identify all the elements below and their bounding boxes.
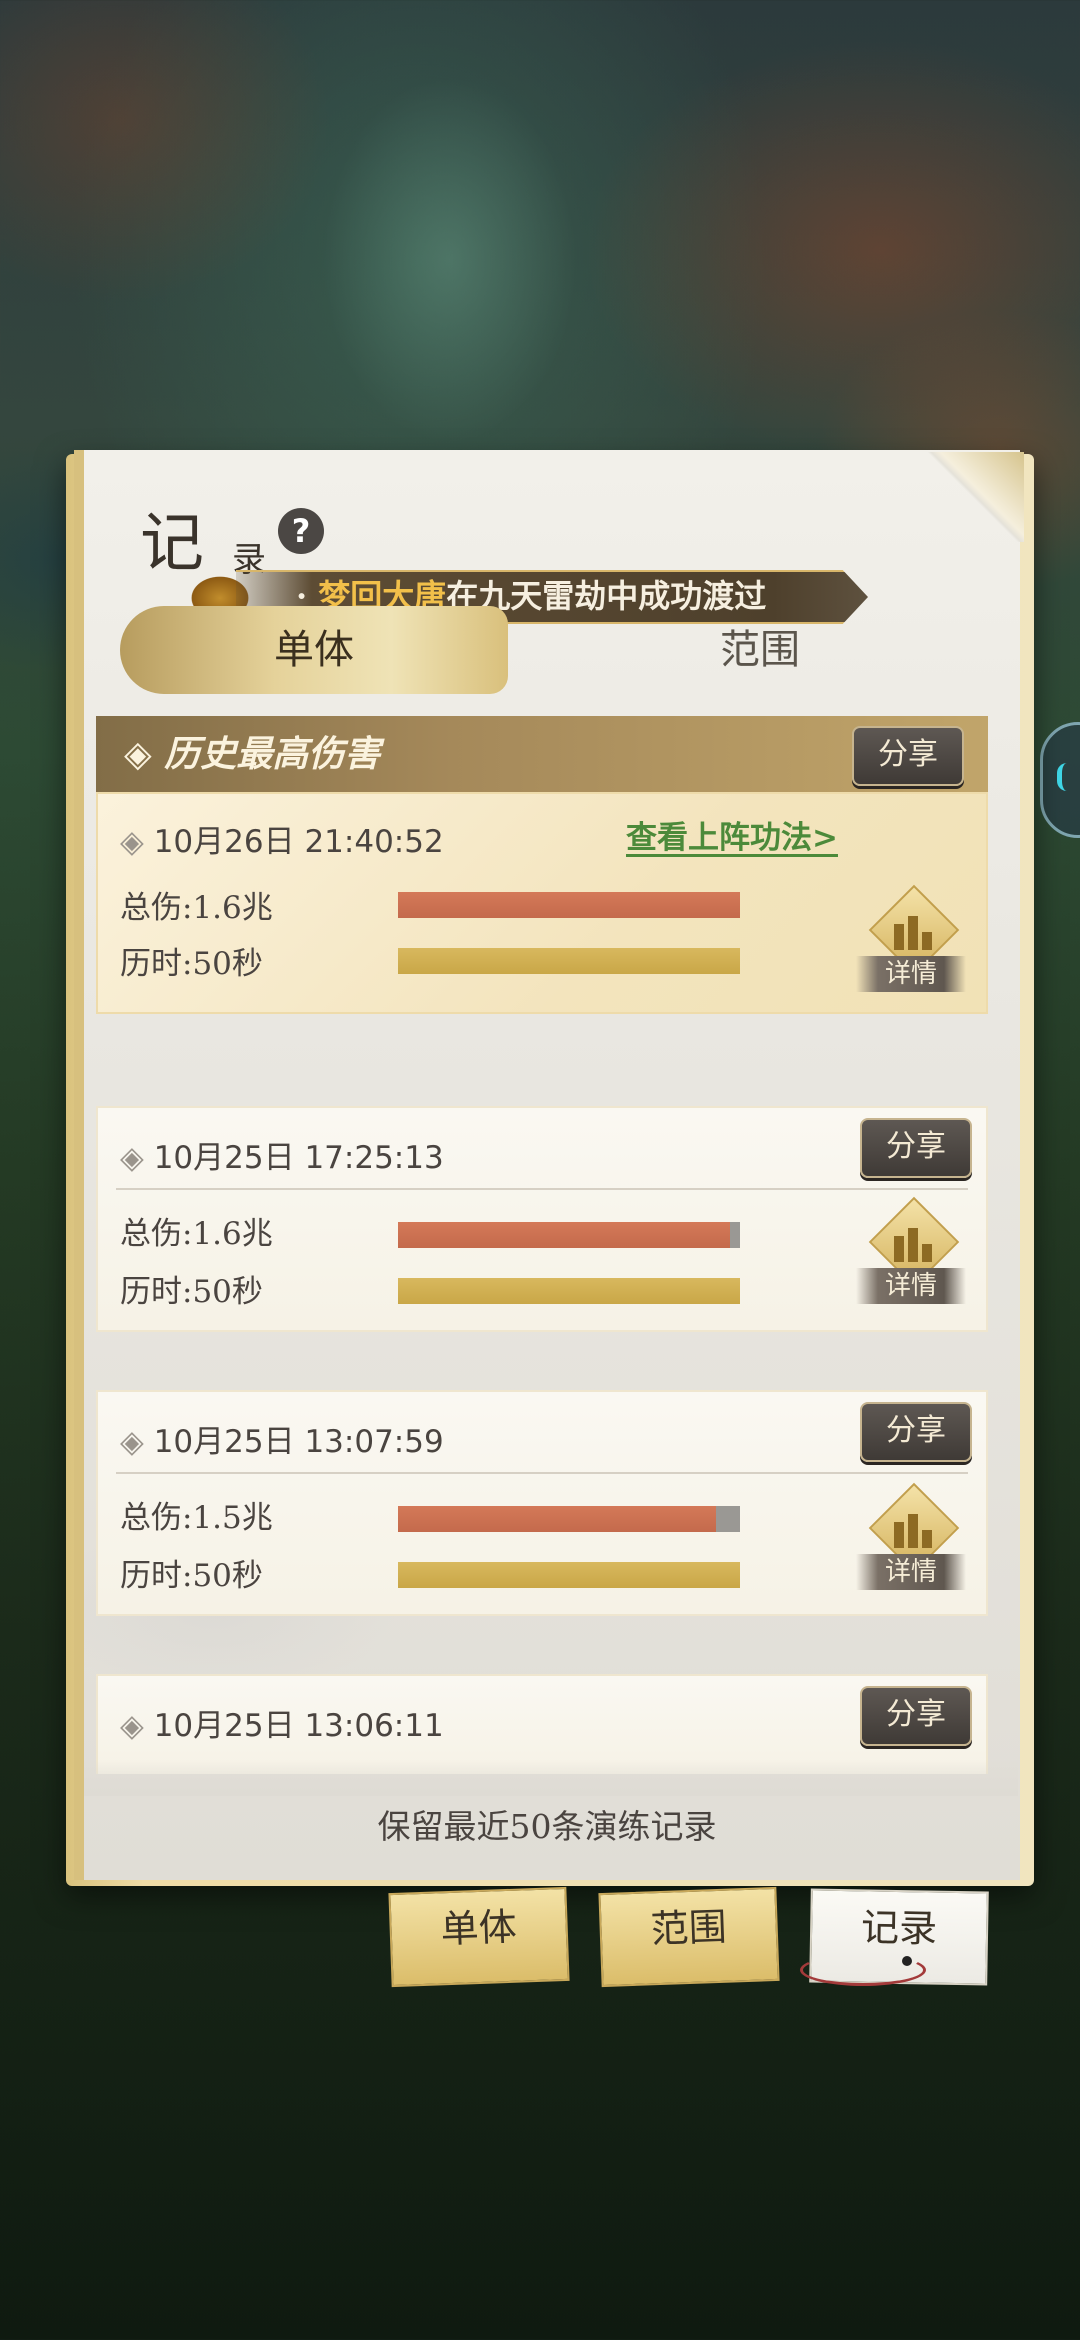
tassel-knot: [902, 1956, 912, 1966]
record-card: ◈ 10月25日 13:06:11 分享: [96, 1674, 988, 1774]
duration-bar-track: [398, 1278, 740, 1304]
damage-bar-fill: [398, 892, 740, 918]
damage-bar-track: [398, 892, 740, 918]
damage-bar-fill: [398, 1506, 717, 1532]
detail-button-label: 详情: [856, 956, 966, 992]
page-corner-fold: [928, 452, 1024, 542]
record-time: ◈ 10月25日 17:25:13: [120, 1140, 444, 1176]
damage-bar-track: [398, 1506, 740, 1532]
detail-button[interactable]: 详情: [856, 884, 966, 994]
bottom-tab-area[interactable]: 范围: [598, 1886, 780, 1988]
side-expand-handle[interactable]: [1040, 722, 1080, 838]
tab-single[interactable]: 单体: [120, 606, 508, 694]
bottom-tab-single[interactable]: 单体: [388, 1886, 570, 1988]
duration-bar-fill: [398, 948, 740, 974]
share-button[interactable]: 分享: [860, 1686, 972, 1746]
duration-label: 历时:50秒: [120, 946, 263, 982]
list-scroll-fade: [84, 1760, 1018, 1796]
duration-bar-fill: [398, 1562, 740, 1588]
detail-button-label: 详情: [856, 1268, 966, 1304]
record-card: ◈ 10月25日 13:07:59 分享 总伤:1.5兆 历时:50秒 详情: [96, 1390, 988, 1616]
detail-button-label: 详情: [856, 1554, 966, 1590]
duration-bar-track: [398, 948, 740, 974]
help-question-icon[interactable]: ?: [278, 508, 324, 554]
best-damage-title-text: 历史最高伤害: [164, 733, 381, 775]
record-time: ◈ 10月26日 21:40:52: [120, 824, 444, 860]
total-damage-label: 总伤:1.6兆: [120, 890, 273, 926]
damage-bar-track: [398, 1222, 740, 1248]
retention-note: 保留最近50条演练记录: [377, 1807, 717, 1846]
card-divider: [116, 1472, 968, 1474]
duration-label: 历时:50秒: [120, 1274, 263, 1310]
share-button[interactable]: 分享: [860, 1118, 972, 1178]
duration-bar-track: [398, 1562, 740, 1588]
record-time-text: 10月26日 21:40:52: [153, 824, 444, 860]
duration-label: 历时:50秒: [120, 1558, 263, 1594]
record-time-text: 10月25日 13:07:59: [153, 1424, 444, 1460]
share-button[interactable]: 分享: [852, 726, 964, 786]
record-time-text: 10月25日 13:06:11: [153, 1708, 444, 1744]
share-button[interactable]: 分享: [860, 1402, 972, 1462]
bar-chart-icon: [894, 916, 934, 950]
card-divider: [116, 1188, 968, 1190]
total-damage-label: 总伤:1.6兆: [120, 1216, 273, 1252]
duration-bar-fill: [398, 1278, 740, 1304]
record-time: ◈ 10月25日 13:07:59: [120, 1424, 444, 1460]
best-damage-title: ◈ 历史最高伤害: [124, 733, 381, 775]
bar-chart-icon: [894, 1514, 934, 1548]
total-damage-label: 总伤:1.5兆: [120, 1500, 273, 1536]
damage-bar-fill: [398, 1222, 730, 1248]
detail-button[interactable]: 详情: [856, 1196, 966, 1306]
record-time-text: 10月25日 17:25:13: [153, 1140, 444, 1176]
best-damage-header: ◈ 历史最高伤害 分享: [96, 716, 988, 792]
record-card: ◈ 10月25日 17:25:13 分享 总伤:1.6兆 历时:50秒 详情: [96, 1106, 988, 1332]
tab-area[interactable]: 范围: [580, 606, 940, 694]
detail-button[interactable]: 详情: [856, 1482, 966, 1592]
best-record-card: ◈ 10月26日 21:40:52 总伤:1.6兆 历时:50秒 详情: [96, 792, 988, 1014]
bar-chart-icon: [894, 1228, 934, 1262]
view-previous-skills-link[interactable]: 查看上阵功法>: [626, 812, 838, 857]
record-time: ◈ 10月25日 13:06:11: [120, 1708, 444, 1744]
